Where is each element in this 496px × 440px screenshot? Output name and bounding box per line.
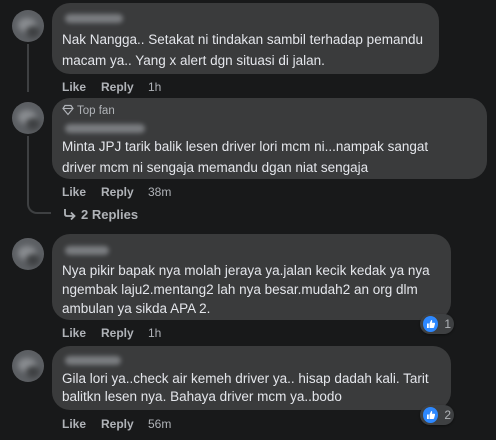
reaction-count: 2 <box>444 408 451 422</box>
reply-button[interactable]: Reply <box>101 417 134 431</box>
diamond-icon <box>62 104 74 116</box>
comment-text-line: ambulan ya sikda APA 2. <box>62 301 211 316</box>
thread-curve <box>27 196 51 214</box>
commenter-name[interactable] <box>65 356 121 365</box>
thumbs-up-icon <box>423 316 439 332</box>
thumbs-up-icon <box>423 407 439 423</box>
reply-button[interactable]: Reply <box>101 326 134 340</box>
comment-text-line: Nya pikir bapak nya molah jeraya ya.jala… <box>62 263 430 278</box>
top-fan-badge: Top fan <box>62 104 115 117</box>
reaction-summary[interactable]: 1 <box>420 314 454 334</box>
comment-bubble: Nak Nangga.. Setakat ni tindakan sambil … <box>52 3 439 74</box>
reaction-count: 1 <box>444 317 451 331</box>
comment-text-line: macam ya.. Yang x alert dgn situasi di j… <box>62 53 325 68</box>
comment-bubble: Nya pikir bapak nya molah jeraya ya.jala… <box>52 234 451 320</box>
thread-line <box>27 136 29 198</box>
like-button[interactable]: Like <box>62 185 86 199</box>
comment-bubble: Gila lori ya..check air kemeh driver ya.… <box>52 346 451 410</box>
commenter-name[interactable] <box>65 246 109 255</box>
comment-timestamp[interactable]: 56m <box>148 417 171 431</box>
like-button[interactable]: Like <box>62 417 86 431</box>
reaction-summary[interactable]: 2 <box>420 405 454 425</box>
comment-timestamp[interactable]: 1h <box>148 80 161 94</box>
reply-button[interactable]: Reply <box>101 185 134 199</box>
replies-count-label: 2 Replies <box>81 207 139 222</box>
like-button[interactable]: Like <box>62 80 86 94</box>
commenter-avatar[interactable] <box>12 10 44 42</box>
comment-bubble: Top fan Minta JPJ tarik balik lesen driv… <box>52 98 487 179</box>
comment-text-line: Minta JPJ tarik balik lesen driver lori … <box>62 139 429 154</box>
comment-text-line: Nak Nangga.. Setakat ni tindakan sambil … <box>62 32 423 47</box>
reply-arrow-icon <box>64 209 76 221</box>
like-button[interactable]: Like <box>62 326 86 340</box>
comment-text-line: balitkn lesen nya. Bahaya driver mcm ya.… <box>62 389 342 404</box>
thread-line <box>27 44 29 92</box>
commenter-avatar[interactable] <box>12 350 44 382</box>
comment-timestamp[interactable]: 1h <box>148 326 161 340</box>
comment-text-line: driver mcm ni sengaja memandu dgan niat … <box>62 160 369 175</box>
commenter-avatar[interactable] <box>12 102 44 134</box>
comment-text-line: ngembak laju2.mentang2 lah nya besar.mud… <box>62 282 418 297</box>
reply-button[interactable]: Reply <box>101 80 134 94</box>
commenter-avatar[interactable] <box>12 238 44 270</box>
comment-timestamp[interactable]: 38m <box>148 185 171 199</box>
commenter-name[interactable] <box>65 14 123 23</box>
commenter-name[interactable] <box>65 124 145 133</box>
view-replies-link[interactable]: 2 Replies <box>63 207 138 222</box>
top-fan-label: Top fan <box>77 105 115 117</box>
